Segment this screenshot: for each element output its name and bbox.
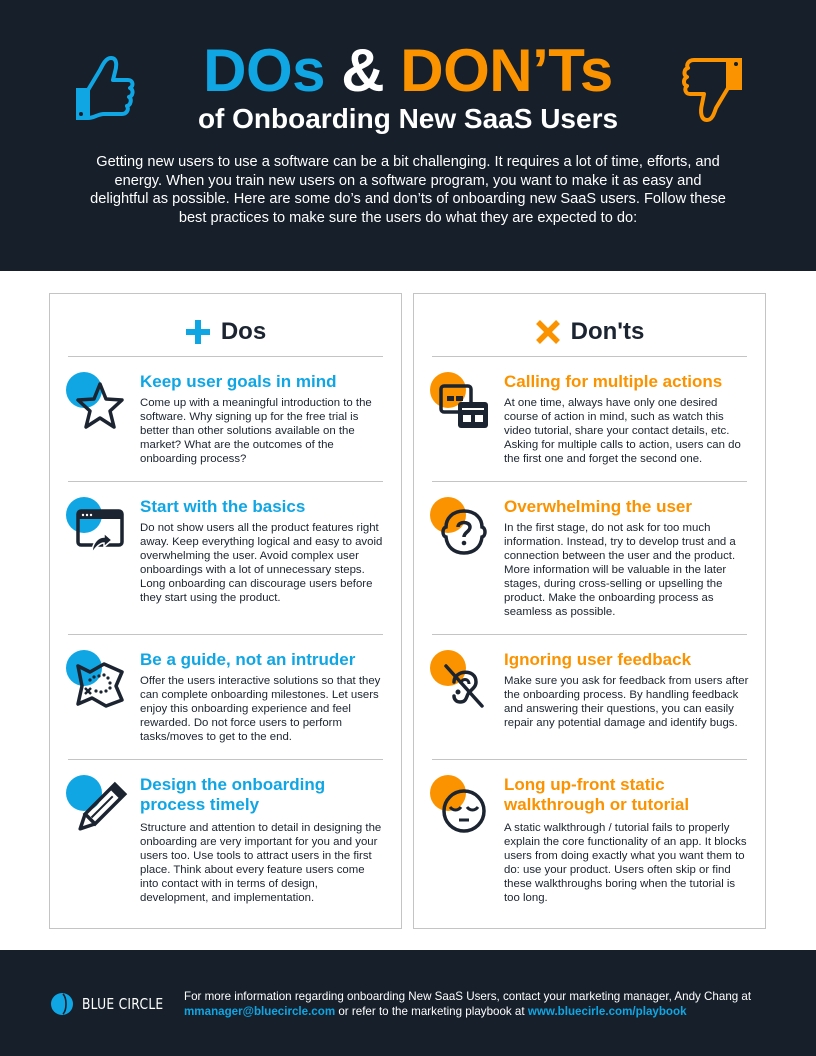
title-dos: DOs [203,37,326,104]
header: DOs & DON’Ts of Onboarding New SaaS User… [0,0,816,271]
treasure-map-icon [76,662,124,708]
dont-item-text: A static walkthrough / tutorial fails to… [504,822,747,904]
footer: BLUE CIRCLE For more information regardi… [0,950,816,1056]
sleepy-face-icon [442,789,486,833]
do-item-text: Structure and attention to detail in des… [140,822,382,904]
deaf-ear-icon [444,664,484,708]
dont-item-title: Overwhelming the user [504,497,692,516]
star-icon [76,382,124,429]
divider [68,634,383,635]
donts-panel: Don'ts Calling for multiple actions At o… [413,293,766,929]
do-item-title: Keep user goals in mind [140,372,337,391]
do-item-title: Be a guide, not an intruder [140,650,356,669]
plus-icon [185,320,210,344]
thumbs-down-icon [682,58,742,122]
brand-name: BLUE CIRCLE [82,995,164,1013]
dos-heading-label: Dos [220,318,267,345]
footer-contact-text: For more information regarding onboardin… [184,990,784,1019]
title-donts: DON’Ts [400,37,613,104]
email-link[interactable]: mmanager@bluecircle.com [184,1005,335,1018]
footer-text-1: For more information regarding onboardin… [184,990,752,1003]
blue-circle-logo-icon [51,993,73,1015]
cross-icon [535,320,560,344]
divider [68,481,383,482]
do-item-text: Do not show users all the product featur… [140,522,383,604]
title-ampersand: & [341,37,385,104]
divider [432,481,747,482]
footer-text-2: or refer to the marketing playbook at [335,1004,528,1018]
browser-upload-icon [76,509,124,556]
divider [68,759,383,760]
do-item-text: Come up with a meaningful introduction t… [140,397,372,465]
dont-item-title: Calling for multiple actions [504,372,723,391]
confused-head-icon [441,509,487,555]
dont-item-title: Long up-front static walkthrough or tuto… [504,775,690,814]
divider [432,356,747,357]
intro-paragraph: Getting new users to use a software can … [90,154,726,226]
pencil-icon [78,781,128,831]
dont-item-title: Ignoring user feedback [504,650,692,669]
donts-heading-label: Don'ts [570,318,645,345]
dont-item-text: At one time, always have only one desire… [504,397,741,465]
brand-logo: BLUE CIRCLE [50,992,181,1016]
dos-panel: Dos Keep user goals in mind Come up with… [49,293,402,929]
donts-heading: Don'ts [414,312,765,352]
dont-item-text: Make sure you ask for feedback from user… [504,675,749,729]
divider [432,759,747,760]
do-item-title: Design the onboarding process timely [140,775,326,814]
divider [432,634,747,635]
divider [68,356,383,357]
dos-heading: Dos [50,312,401,352]
dont-item-text: In the first stage, do not ask for too m… [504,522,736,618]
do-item-title: Start with the basics [140,497,306,516]
do-item-text: Offer the users interactive solutions so… [140,675,381,743]
playbook-link[interactable]: www.bluecirle.com/playbook [528,1005,687,1018]
multiple-windows-icon [439,384,488,428]
